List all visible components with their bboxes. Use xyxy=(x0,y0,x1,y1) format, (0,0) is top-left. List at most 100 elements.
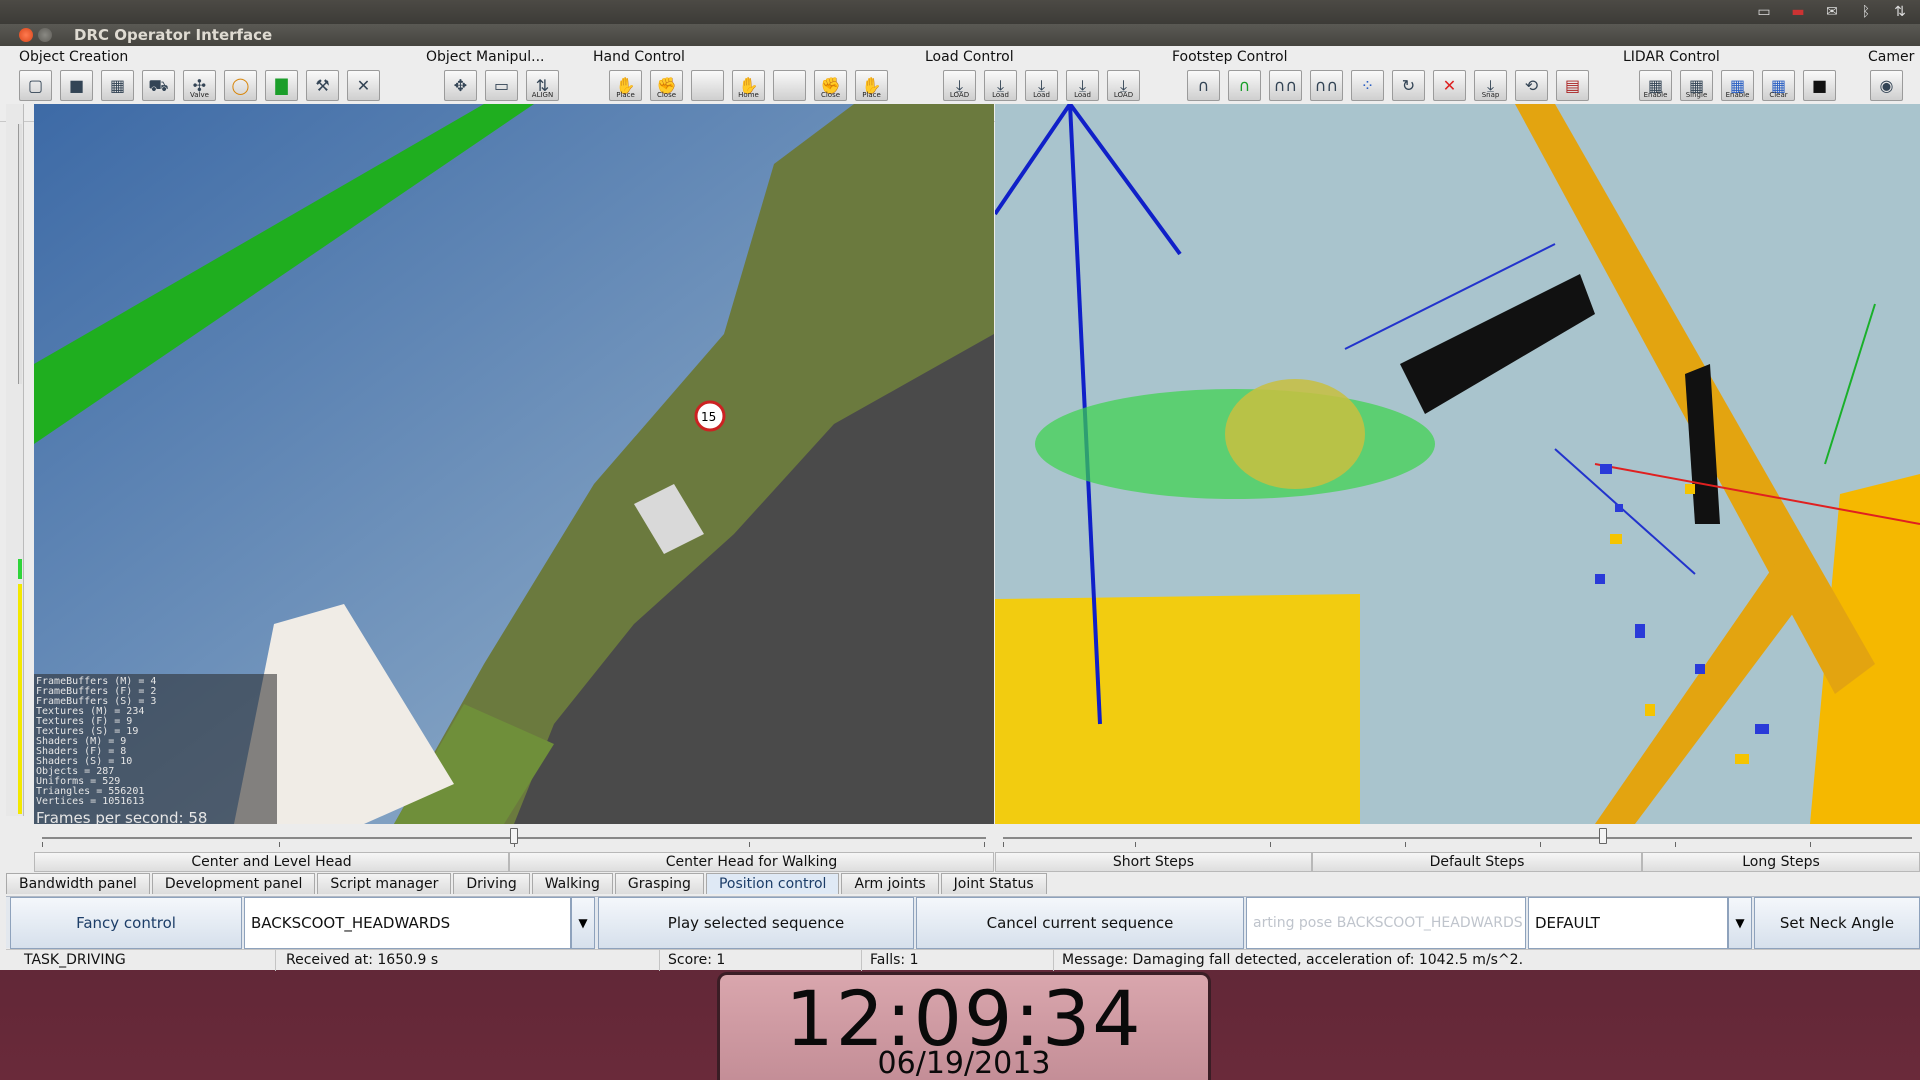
fancy-control-button[interactable]: Fancy control xyxy=(10,897,242,949)
vertical-slider[interactable] xyxy=(6,104,24,816)
create-block-button[interactable]: ■ xyxy=(60,70,93,101)
sequence-select[interactable]: BACKSCOOT_HEADWARDS xyxy=(244,897,571,949)
ring-icon: ◯ xyxy=(231,75,250,95)
hand-close-left-button[interactable]: ✊ Close xyxy=(650,70,683,101)
default-steps-button[interactable]: Default Steps xyxy=(1312,852,1642,872)
fps-readout: Frames per second: 58 xyxy=(36,809,208,824)
group-label: Object Creation xyxy=(19,49,129,65)
set-neck-angle-button[interactable]: Set Neck Angle xyxy=(1754,897,1920,949)
tab-arm-joints[interactable]: Arm joints xyxy=(841,873,939,894)
create-ring-button[interactable]: ◯ xyxy=(224,70,257,101)
slider-thumb[interactable] xyxy=(510,828,518,844)
footstep-turn-button[interactable]: ↻ xyxy=(1392,70,1425,101)
slider-tick xyxy=(1003,842,1004,847)
lidar-enable-button[interactable]: ▦ Enable xyxy=(1639,70,1672,101)
load-button-1[interactable]: ⤓ LOAD xyxy=(943,70,976,101)
camera-view-left[interactable]: 15 FrameBuffers (M) = 4 FrameBuffers (F)… xyxy=(34,104,994,824)
head-presets: Center and Level Head Center Head for Wa… xyxy=(34,852,994,872)
footstep-snap-button[interactable]: ⤓ Snap xyxy=(1474,70,1507,101)
bluetooth-icon[interactable]: ᛒ xyxy=(1856,5,1876,19)
lidar-clear-button[interactable]: ▦ Clear xyxy=(1762,70,1795,101)
center-head-walking-button[interactable]: Center Head for Walking xyxy=(509,852,994,872)
chevron-down-icon[interactable]: ▼ xyxy=(571,897,595,949)
tool-icon: ⚒ xyxy=(315,75,330,95)
hand-home-button[interactable]: ✋ Home xyxy=(732,70,765,101)
create-box-button[interactable]: ▢ xyxy=(19,70,52,101)
create-tool-button[interactable]: ⚒ xyxy=(306,70,339,101)
move-object-button[interactable]: ✥ xyxy=(444,70,477,101)
turn-icon: ↻ xyxy=(1401,75,1416,95)
load-button-3[interactable]: ⤓ Load xyxy=(1025,70,1058,101)
footstep-plan-button[interactable]: ∩∩ xyxy=(1310,70,1343,101)
step-length-slider[interactable] xyxy=(995,826,1920,848)
robot-3d-view[interactable] xyxy=(995,104,1920,824)
footstep-delete-button[interactable]: ✕ xyxy=(1433,70,1466,101)
slider-tick xyxy=(1810,842,1811,847)
head-pitch-slider[interactable] xyxy=(34,826,994,848)
load-button-5[interactable]: ⤓ LOAD xyxy=(1107,70,1140,101)
footstep-left-button[interactable]: ∩ xyxy=(1187,70,1220,101)
tab-script-manager[interactable]: Script manager xyxy=(317,873,452,894)
robot-wrist xyxy=(1225,379,1365,489)
cancel-sequence-button[interactable]: Cancel current sequence xyxy=(916,897,1244,949)
footstep-send-button[interactable]: ▤ xyxy=(1556,70,1589,101)
create-valve-button[interactable]: ✣ Valve xyxy=(183,70,216,101)
tab-bandwidth[interactable]: Bandwidth panel xyxy=(6,873,150,894)
group-label: Object Manipul... xyxy=(426,49,545,65)
footstep-grid-button[interactable]: ⁘ xyxy=(1351,70,1384,101)
load-button-2[interactable]: ⤓ Load xyxy=(984,70,1017,101)
hand-close-right-button[interactable]: ✊ Close xyxy=(814,70,847,101)
long-steps-button[interactable]: Long Steps xyxy=(1642,852,1920,872)
hand-blank-2-button[interactable] xyxy=(773,70,806,101)
move-icon: ✥ xyxy=(453,75,468,95)
load-button-4[interactable]: ⤓ Load xyxy=(1066,70,1099,101)
play-sequence-button[interactable]: Play selected sequence xyxy=(598,897,914,949)
network-icon[interactable]: ⇅ xyxy=(1890,5,1910,19)
hand-blank-button[interactable] xyxy=(691,70,724,101)
footstep-pair-button[interactable]: ∩∩ xyxy=(1269,70,1302,101)
select-object-button[interactable]: ▭ xyxy=(485,70,518,101)
close-window-icon[interactable] xyxy=(19,28,33,42)
hand-place-right-button[interactable]: ✋ Place xyxy=(855,70,888,101)
battery-icon[interactable]: ▬ xyxy=(1788,5,1808,19)
hand-place-left-button[interactable]: ✋ Place xyxy=(609,70,642,101)
tab-joint-status[interactable]: Joint Status xyxy=(940,873,1047,894)
black-square-icon: ■ xyxy=(1811,75,1828,95)
starting-pose-field[interactable]: arting pose BACKSCOOT_HEADWARDS xyxy=(1246,897,1526,949)
create-platform-button[interactable]: ▇ xyxy=(265,70,298,101)
short-steps-button[interactable]: Short Steps xyxy=(995,852,1312,872)
lidar-single-button[interactable]: ▦ Single xyxy=(1680,70,1713,101)
footstep-rotate-button[interactable]: ⟲ xyxy=(1515,70,1548,101)
mode-select[interactable]: DEFAULT xyxy=(1528,897,1728,949)
delete-object-icon: ✕ xyxy=(356,75,371,95)
box-icon: ▢ xyxy=(27,75,44,95)
panel-tabs: Bandwidth panel Development panel Script… xyxy=(6,873,1047,894)
center-level-head-button[interactable]: Center and Level Head xyxy=(34,852,509,872)
slider-thumb[interactable] xyxy=(1598,828,1607,844)
camera-view-button[interactable]: ◉ xyxy=(1870,70,1903,101)
create-grid-button[interactable]: ▦ xyxy=(101,70,134,101)
footstep-right-button[interactable]: ∩ xyxy=(1228,70,1261,101)
tab-driving[interactable]: Driving xyxy=(453,873,530,894)
minimize-window-icon[interactable] xyxy=(38,28,52,42)
keyboard-icon[interactable]: ▭ xyxy=(1754,5,1774,19)
create-vehicle-button[interactable]: ⛟ xyxy=(142,70,175,101)
slider-tick xyxy=(279,842,280,847)
footprints-icon: ∩∩ xyxy=(1273,75,1298,95)
align-button[interactable]: ⇅ ALIGN xyxy=(526,70,559,101)
lidar-enable-2-button[interactable]: ▦ Enable xyxy=(1721,70,1754,101)
mail-icon[interactable]: ✉ xyxy=(1822,5,1842,19)
tab-development[interactable]: Development panel xyxy=(151,873,316,894)
chevron-down-icon[interactable]: ▼ xyxy=(1728,897,1752,949)
status-bar: TASK_DRIVING Received at: 1650.9 s Score… xyxy=(6,949,1920,971)
tab-walking[interactable]: Walking xyxy=(531,873,613,894)
system-tray: ▭ ▬ ✉ ᛒ ⇅ xyxy=(1754,2,1910,22)
lidar-black-button[interactable]: ■ xyxy=(1803,70,1836,101)
system-top-bar: ▭ ▬ ✉ ᛒ ⇅ xyxy=(0,0,1920,24)
tab-grasping[interactable]: Grasping xyxy=(614,873,704,894)
tab-position-control[interactable]: Position control xyxy=(705,873,840,894)
rotate-icon: ⟲ xyxy=(1524,75,1539,95)
delete-object-button[interactable]: ✕ xyxy=(347,70,380,101)
footprint-icon: ∩ xyxy=(1197,75,1210,95)
mission-clock: 12:09:34 06/19/2013 xyxy=(717,972,1211,1080)
